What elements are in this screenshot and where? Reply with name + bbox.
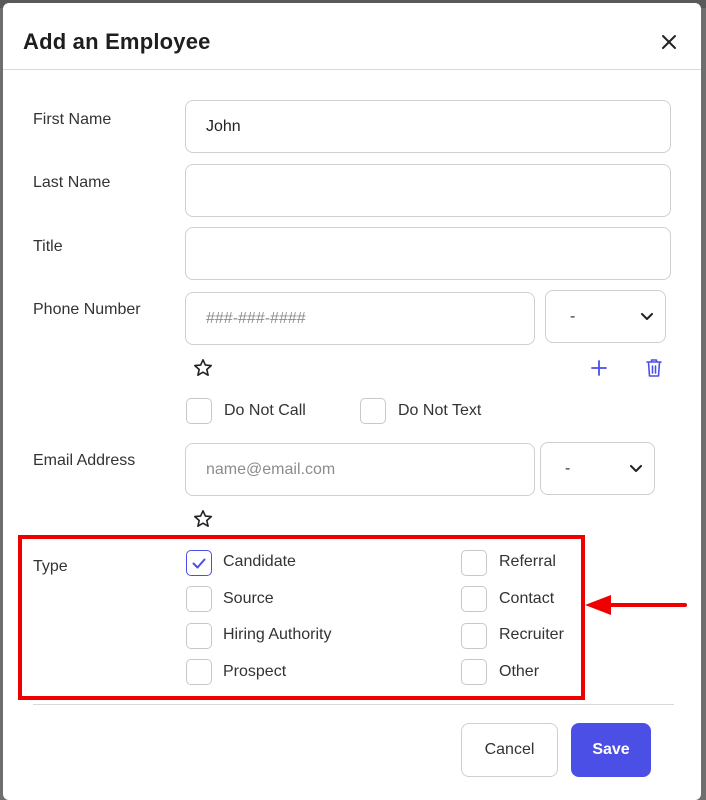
close-icon[interactable] — [657, 30, 681, 54]
do-not-call-label: Do Not Call — [224, 402, 306, 419]
phone-number-label: Phone Number — [33, 301, 141, 318]
trash-icon[interactable] — [643, 357, 665, 379]
annotation-arrow-icon — [585, 595, 687, 615]
email-input[interactable] — [185, 443, 535, 496]
type-hiring-authority-label: Hiring Authority — [223, 626, 332, 643]
save-button[interactable]: Save — [571, 723, 651, 777]
modal-title: Add an Employee — [23, 29, 211, 54]
star-icon[interactable] — [193, 509, 213, 529]
email-type-select[interactable]: - — [540, 442, 655, 495]
plus-icon[interactable] — [588, 357, 610, 379]
modal-header: Add an Employee — [3, 3, 701, 70]
type-other-label: Other — [499, 663, 540, 680]
first-name-input[interactable] — [185, 100, 671, 153]
type-contact-label: Contact — [499, 590, 555, 607]
type-referral-checkbox[interactable] — [461, 550, 487, 576]
last-name-label: Last Name — [33, 174, 111, 191]
type-source-checkbox[interactable] — [186, 586, 212, 612]
type-recruiter-checkbox[interactable] — [461, 623, 487, 649]
last-name-input[interactable] — [185, 164, 671, 217]
star-icon[interactable] — [193, 358, 213, 378]
type-referral-label: Referral — [499, 553, 556, 570]
phone-type-select[interactable]: - — [545, 290, 666, 343]
type-prospect-checkbox[interactable] — [186, 659, 212, 685]
type-candidate-label: Candidate — [223, 553, 296, 570]
phone-number-input[interactable] — [185, 292, 535, 345]
type-source-label: Source — [223, 590, 274, 607]
type-candidate-checkbox[interactable] — [186, 550, 212, 576]
first-name-label: First Name — [33, 111, 112, 128]
cancel-button[interactable]: Cancel — [461, 723, 558, 777]
type-contact-checkbox[interactable] — [461, 586, 487, 612]
checkmark-icon — [192, 558, 206, 569]
phone-type-value: - — [570, 307, 576, 325]
do-not-text-label: Do Not Text — [398, 402, 482, 419]
email-type-value: - — [565, 459, 571, 477]
type-prospect-label: Prospect — [223, 663, 287, 680]
type-other-checkbox[interactable] — [461, 659, 487, 685]
add-employee-modal: Add an Employee First Name Last Name Tit… — [3, 3, 701, 800]
chevron-down-icon — [630, 464, 642, 472]
do-not-call-checkbox[interactable] — [186, 398, 212, 424]
type-hiring-authority-checkbox[interactable] — [186, 623, 212, 649]
chevron-down-icon — [641, 312, 653, 320]
type-label: Type — [33, 558, 68, 575]
title-label: Title — [33, 238, 63, 255]
email-address-label: Email Address — [33, 452, 136, 469]
do-not-text-checkbox[interactable] — [360, 398, 386, 424]
title-input[interactable] — [185, 227, 671, 280]
footer-divider — [33, 704, 674, 705]
type-recruiter-label: Recruiter — [499, 626, 564, 643]
